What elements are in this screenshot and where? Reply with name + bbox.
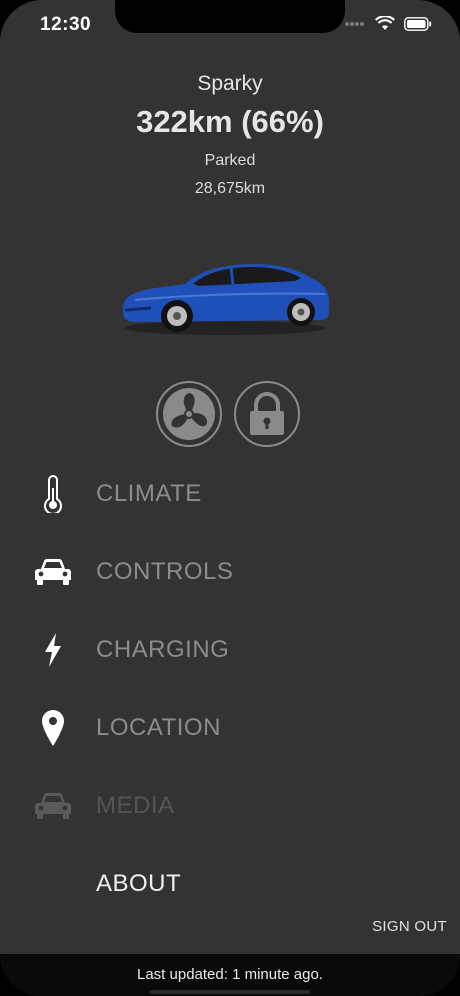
lightning-icon	[30, 630, 76, 670]
status-time: 12:30	[40, 14, 92, 35]
wifi-icon	[375, 16, 395, 30]
vehicle-name: Sparky	[197, 72, 263, 95]
menu-label-about: ABOUT	[96, 870, 182, 897]
location-pin-icon	[30, 708, 76, 748]
menu-item-charging[interactable]: CHARGING	[0, 620, 460, 680]
menu-item-location[interactable]: LOCATION	[0, 698, 460, 758]
lock-button[interactable]	[234, 381, 300, 447]
battery-icon	[404, 16, 432, 31]
menu-item-climate[interactable]: CLIMATE	[0, 464, 460, 524]
vehicle-range: 322km (66%)	[136, 104, 324, 139]
vehicle-odometer: 28,675km	[194, 180, 266, 197]
menu-label-climate: CLIMATE	[96, 480, 202, 507]
menu-label-controls: CONTROLS	[96, 558, 234, 585]
home-indicator[interactable]	[150, 990, 310, 994]
vehicle-summary: Sparky 322km (66%) Parked 28,675km	[0, 72, 460, 198]
car-icon	[30, 552, 76, 592]
vehicle-state: Parked	[204, 152, 256, 169]
lock-icon	[250, 392, 284, 435]
fan-icon	[163, 388, 215, 440]
car-icon	[30, 786, 76, 826]
thermometer-icon	[30, 474, 76, 514]
menu-item-media[interactable]: MEDIA	[0, 776, 460, 836]
menu-label-media: MEDIA	[96, 792, 175, 819]
menu-item-controls[interactable]: CONTROLS	[0, 542, 460, 602]
last-updated-text: Last updated: 1 minute ago.	[137, 966, 323, 983]
status-bar: 12:30	[0, 0, 460, 50]
car-image	[123, 264, 329, 335]
menu-label-location: LOCATION	[96, 714, 221, 741]
status-icons	[344, 16, 432, 31]
fan-button[interactable]	[156, 381, 222, 447]
menu-item-about[interactable]: ABOUT	[0, 854, 460, 914]
app-screen: 12:30 Sparky 322km (66%) Parked 28,675km	[0, 0, 460, 996]
notch	[115, 0, 345, 33]
signal-dots-icon	[345, 21, 364, 26]
sign-out-button[interactable]: SIGN OUT	[372, 918, 447, 935]
footer-bar: Last updated: 1 minute ago.	[0, 954, 460, 996]
menu-label-charging: CHARGING	[96, 636, 230, 663]
